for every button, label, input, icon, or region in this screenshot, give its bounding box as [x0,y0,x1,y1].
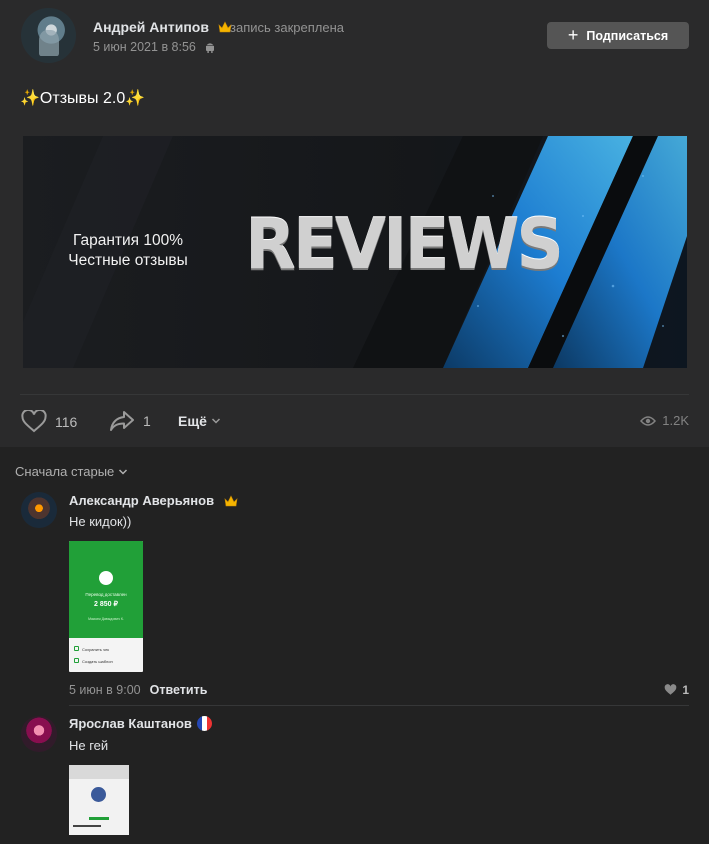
star-icon [74,658,79,663]
banner-guarantee-text: Гарантия 100% [72,232,184,249]
author-avatar[interactable] [21,8,76,63]
author-name[interactable]: Андрей Антипов [93,19,209,35]
payment-row: Создать шаблон [82,659,113,664]
more-button[interactable]: Ещё [178,413,221,429]
comment-avatar[interactable] [21,492,57,528]
screenshot-avatar [91,787,106,802]
comment-like-count: 1 [682,683,689,697]
views-count: 1.2K [662,413,689,428]
comment-author-row: Александр Аверьянов [69,493,238,508]
post-date[interactable]: 5 июн 2021 в 8:56 [93,40,196,54]
payment-title: Перевод доставлен [85,592,127,597]
crown-icon [224,494,238,507]
subscribe-label: Подписаться [586,28,669,43]
screenshot-amount [89,817,109,820]
post-actions: 116 1 Ещё 1.2K [0,406,709,436]
reply-button[interactable]: Ответить [150,683,208,697]
chevron-down-icon [119,468,128,475]
flag-icon [196,716,212,731]
post-author-row: Андрей Антипов [93,19,232,35]
screenshot-details [73,825,101,827]
heart-icon [664,684,677,695]
screenshot-header [69,765,129,779]
comment-meta: 5 июн в 9:00 Ответить [69,683,207,697]
comment-date[interactable]: 5 июн в 9:00 [69,683,141,697]
payment-amount: 2 850 ₽ [94,601,118,608]
post-text-content: Отзывы 2.0 [39,90,126,107]
comment-author[interactable]: Александр Аверьянов [69,493,214,508]
banner-title: REVIEWS [245,204,564,285]
post-card: Андрей Антипов запись закреплена 5 июн 2… [0,0,709,447]
comment-text: Не гей [69,738,109,753]
comment-author-row: Ярослав Каштанов [69,716,212,731]
post-date-row: 5 июн 2021 в 8:56 [93,40,216,54]
like-button[interactable]: 116 [21,410,77,433]
comment-like-button[interactable]: 1 [664,683,689,697]
chevron-down-icon [211,418,220,424]
payment-recipient: Максим Давыдович К. [88,617,124,621]
views-counter: 1.2K [640,413,689,428]
more-label: Ещё [178,413,207,429]
heart-icon [21,410,47,433]
post-text: ✨Отзывы 2.0✨ [20,88,145,108]
share-icon [110,411,134,431]
post-image[interactable]: Гарантия 100% Честные отзывы REVIEWS [23,136,687,368]
share-count: 1 [143,413,151,429]
receipt-icon [74,646,79,651]
divider [69,705,689,706]
payment-row: Сохранить чек [82,647,110,652]
comment-attachment-image[interactable] [69,765,129,835]
comment-avatar[interactable] [21,716,57,752]
comment-attachment-image[interactable]: Перевод доставлен 2 850 ₽ Максим Давыдов… [69,541,143,672]
eye-icon [640,415,657,426]
share-button[interactable]: 1 [109,410,151,432]
comment-text: Не кидок)) [69,514,132,529]
sparkle-icon: ✨ [20,90,40,107]
check-icon [99,571,113,585]
comment-author[interactable]: Ярослав Каштанов [69,716,192,731]
plus-icon: + [567,24,579,45]
subscribe-button[interactable]: + Подписаться [547,22,689,49]
banner-honest-text: Честные отзывы [68,252,188,269]
pinned-label: запись закреплена [230,20,344,35]
like-count: 116 [55,413,78,430]
sort-label: Сначала старые [15,464,115,479]
android-icon [206,43,215,53]
sparkle-icon: ✨ [125,90,146,107]
divider [20,394,689,395]
payment-header [69,541,143,638]
comments-sort-dropdown[interactable]: Сначала старые [15,464,128,479]
